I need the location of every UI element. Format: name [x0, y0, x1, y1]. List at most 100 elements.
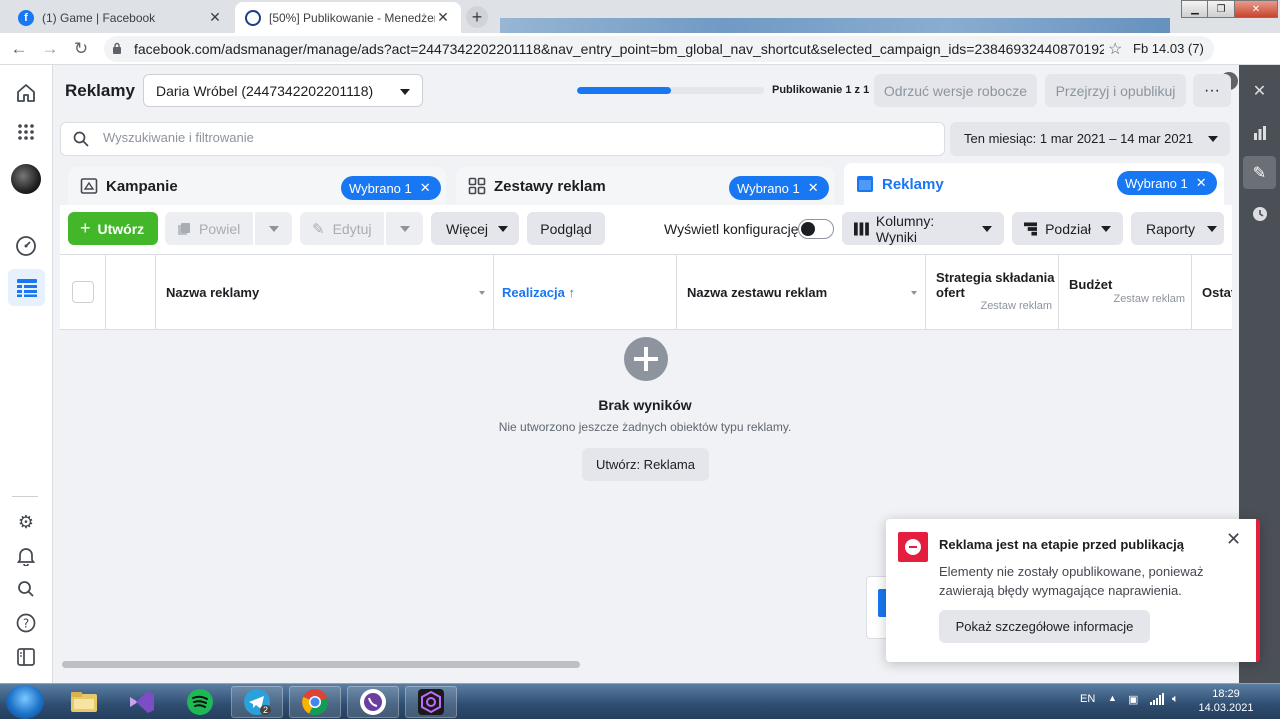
volume-icon[interactable]: 🔈︎ [1172, 693, 1179, 706]
edit-label: Edytuj [332, 220, 372, 237]
language-indicator[interactable]: EN [1080, 693, 1095, 705]
viber-icon[interactable] [347, 686, 399, 718]
edit-button[interactable]: ✎ Edytuj [300, 212, 384, 245]
browser-tab-facebook[interactable]: f (1) Game | Facebook ✕ [8, 2, 233, 33]
forward-icon[interactable]: → [40, 39, 60, 59]
collapse-panel-icon[interactable] [14, 645, 38, 669]
browser-tab-adsmanager[interactable]: [50%] Publikowanie - Menedżer rek ✕ [235, 2, 461, 33]
tab-close-icon[interactable]: ✕ [207, 9, 223, 26]
breakdown-label: Podział [1045, 220, 1091, 237]
duplicate-button[interactable]: Powiel [165, 212, 253, 245]
more-options-button[interactable]: ··· [1193, 74, 1231, 107]
system-clock[interactable]: 18:29 14.03.2021 [1196, 687, 1256, 715]
create-ad-button[interactable]: Utwórz: Reklama [582, 448, 709, 481]
new-tab-button[interactable]: + [466, 6, 488, 28]
home-icon[interactable] [14, 81, 38, 105]
help-icon[interactable]: ? [14, 611, 38, 635]
close-icon[interactable]: ✕ [1226, 529, 1241, 550]
preview-button[interactable]: Podgląd [527, 212, 605, 245]
app-hexagon-icon[interactable] [405, 686, 457, 718]
toast-body: Elementy nie zostały opublikowane, ponie… [939, 564, 1204, 598]
edit-pencil-icon[interactable]: ✎ [1243, 156, 1276, 189]
chip-close-icon[interactable]: ✕ [420, 180, 431, 196]
more-button[interactable]: Więcej [431, 212, 519, 245]
ad-window-icon [857, 176, 873, 192]
close-panel-icon[interactable]: ✕ [1243, 74, 1276, 107]
back-icon[interactable]: ← [9, 39, 29, 59]
restore-button[interactable]: ❐ [1207, 0, 1235, 18]
duplicate-icon [178, 222, 190, 235]
telegram-icon[interactable]: 2 [231, 686, 283, 718]
file-explorer-icon[interactable] [58, 686, 110, 718]
more-label: Więcej [446, 220, 489, 237]
visual-studio-icon[interactable] [116, 686, 168, 718]
show-config-label: Wyświetl konfigurację [664, 221, 799, 237]
tab-ad-sets[interactable]: Zestawy reklam Wybrano 1 ✕ [456, 167, 834, 205]
select-all-checkbox[interactable] [72, 281, 94, 303]
review-publish-button[interactable]: Przejrzyj i opublikuj [1045, 74, 1186, 107]
tab-label: Kampanie [106, 177, 178, 195]
profile-label[interactable]: Fb 14.03 (7) [1133, 41, 1204, 56]
chip-close-icon[interactable]: ✕ [1196, 175, 1207, 191]
chevron-down-icon [1101, 225, 1111, 232]
ads-manager-table-icon[interactable] [8, 269, 45, 306]
minimize-button[interactable]: ▁ [1181, 0, 1209, 18]
error-toast: Reklama jest na etapie przed publikacją … [886, 519, 1260, 662]
discard-drafts-button[interactable]: Odrzuć wersje robocze [874, 74, 1037, 107]
window-close-button[interactable]: ✕ [1234, 0, 1278, 18]
plus-icon: + [80, 218, 91, 238]
search-input[interactable] [103, 130, 923, 145]
selected-chip[interactable]: Wybrano 1 ✕ [729, 176, 829, 200]
start-button[interactable] [6, 685, 44, 719]
column-label: Strategia składania ofert [936, 270, 1055, 300]
tab-ads[interactable]: Reklamy Wybrano 1 ✕ [844, 163, 1224, 205]
settings-gear-icon[interactable]: ⚙ [14, 510, 38, 534]
search-filter-bar[interactable] [60, 122, 945, 156]
column-delivery[interactable]: Realizacja ↑ [494, 255, 677, 329]
create-button[interactable]: + Utwórz [68, 212, 158, 245]
history-clock-icon[interactable] [1243, 197, 1276, 230]
search-icon[interactable] [14, 577, 38, 601]
sort-caret-icon[interactable] [479, 291, 485, 295]
dashboard-gauge-icon[interactable] [14, 234, 38, 258]
edit-dropdown[interactable] [386, 212, 423, 245]
selected-chip[interactable]: Wybrano 1 ✕ [1117, 171, 1217, 195]
chip-close-icon[interactable]: ✕ [808, 180, 819, 196]
tray-device-icon[interactable]: ▣ [1128, 693, 1138, 706]
svg-text:?: ? [23, 617, 29, 631]
selected-chip[interactable]: Wybrano 1 ✕ [341, 176, 441, 200]
all-tools-grid-icon[interactable] [14, 120, 38, 144]
columns-button[interactable]: Kolumny: Wyniki [842, 212, 1004, 245]
chevron-down-icon [400, 89, 410, 95]
address-bar[interactable]: facebook.com/adsmanager/manage/ads?act=2… [104, 36, 1214, 62]
column-bid-strategy[interactable]: Strategia składania ofert Zestaw reklam [926, 255, 1059, 329]
chrome-icon[interactable] [289, 686, 341, 718]
bar-chart-icon[interactable] [1243, 116, 1276, 149]
avatar[interactable] [11, 164, 41, 194]
network-signal-icon[interactable] [1150, 693, 1164, 708]
show-details-button[interactable]: Pokaż szczegółowe informacje [939, 610, 1150, 643]
breakdown-button[interactable]: Podział [1012, 212, 1123, 245]
notifications-bell-icon[interactable] [14, 544, 38, 568]
column-label: Realizacja ↑ [502, 285, 575, 300]
scrollbar-thumb[interactable] [62, 661, 580, 668]
pencil-icon: ✎ [312, 220, 325, 238]
bookmark-star-icon[interactable]: ☆ [1108, 39, 1122, 59]
date-range-picker[interactable]: Ten miesiąc: 1 mar 2021 – 14 mar 2021 [950, 122, 1230, 156]
tab-close-icon[interactable]: ✕ [435, 9, 451, 26]
reports-button[interactable]: Raporty [1131, 212, 1224, 245]
show-hidden-icons-icon[interactable]: ▲ [1108, 693, 1117, 703]
column-ad-name[interactable]: Nazwa reklamy [156, 255, 494, 329]
reload-icon[interactable]: ↻ [71, 39, 91, 59]
column-ad-set-name[interactable]: Nazwa zestawu reklam [677, 255, 926, 329]
duplicate-label: Powiel [199, 220, 241, 237]
duplicate-dropdown[interactable] [255, 212, 292, 245]
tab-campaigns[interactable]: Kampanie Wybrano 1 ✕ [68, 167, 446, 205]
column-last[interactable]: Ostat [1192, 255, 1232, 329]
tab-title: (1) Game | Facebook [42, 10, 156, 25]
spotify-icon[interactable] [174, 686, 226, 718]
ad-account-selector[interactable]: Daria Wróbel (2447342202201118) [143, 74, 423, 107]
column-budget[interactable]: Budżet Zestaw reklam [1059, 255, 1192, 329]
show-config-toggle[interactable] [798, 219, 834, 239]
sort-caret-icon[interactable] [911, 291, 917, 295]
